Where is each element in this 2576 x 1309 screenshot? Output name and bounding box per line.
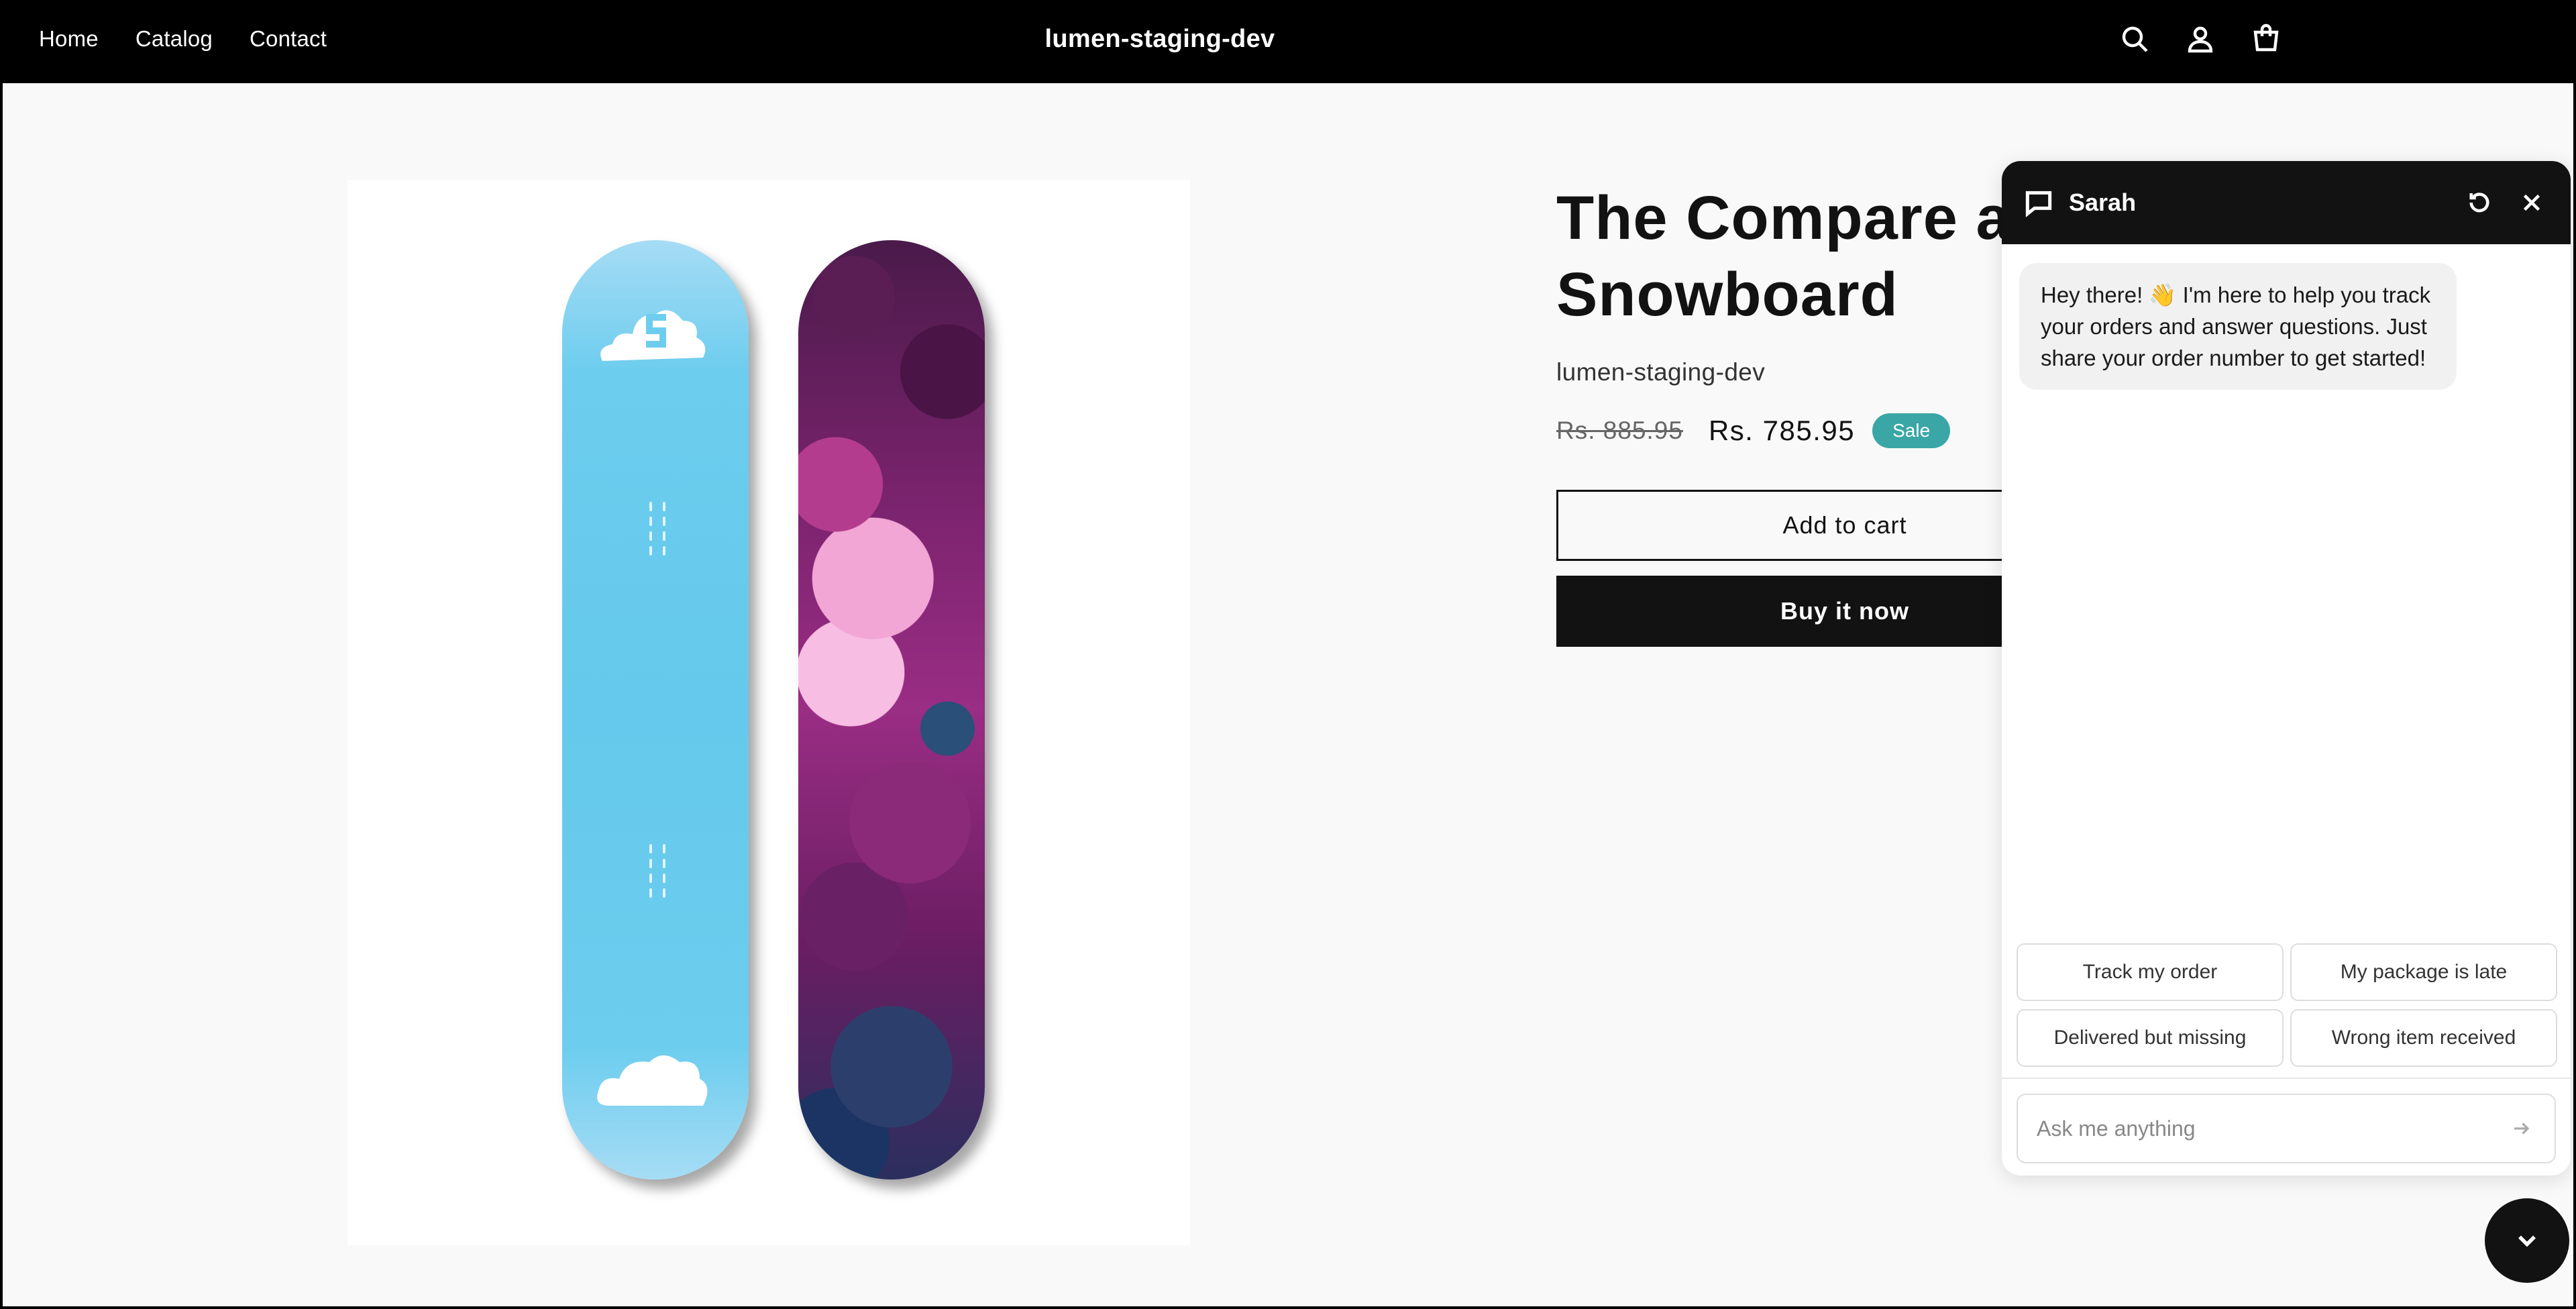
binding-holes-lower <box>636 844 676 911</box>
regular-price: Rs. 885.95 <box>1556 417 1683 444</box>
nav-contact[interactable]: Contact <box>250 26 327 52</box>
nav-catalog[interactable]: Catalog <box>136 26 213 52</box>
chat-message-input[interactable] <box>2037 1116 2501 1141</box>
app-window: Home Catalog Contact lumen-staging-dev T… <box>0 0 2576 1309</box>
chat-widget: Sarah Hey there! 👋 I'm here to help you … <box>2002 161 2571 1175</box>
binding-holes-upper <box>636 502 676 569</box>
site-header: Home Catalog Contact lumen-staging-dev <box>3 3 2573 83</box>
chat-bubble-icon <box>2022 186 2055 219</box>
product-title-line2: Snowboard <box>1556 260 1898 329</box>
snowboard-purple <box>798 240 985 1180</box>
chat-agent-name: Sarah <box>2069 189 2137 216</box>
refresh-icon[interactable] <box>2461 184 2498 221</box>
quick-reply-track-order[interactable]: Track my order <box>2017 943 2284 1001</box>
quick-reply-package-late[interactable]: My package is late <box>2290 943 2557 1001</box>
product-image[interactable] <box>347 180 1190 1245</box>
chevron-down-icon <box>2518 1235 2536 1247</box>
chat-header: Sarah <box>2002 161 2571 244</box>
snowboard-blue <box>562 240 749 1180</box>
quick-reply-wrong-item[interactable]: Wrong item received <box>2290 1009 2557 1067</box>
cloud-icon <box>597 1055 708 1106</box>
board-logo-icon <box>600 310 706 361</box>
search-icon[interactable] <box>2114 19 2155 59</box>
sale-price: Rs. 785.95 <box>1708 415 1856 446</box>
quick-reply-delivered-missing[interactable]: Delivered but missing <box>2017 1009 2284 1067</box>
cart-icon[interactable] <box>2246 19 2286 59</box>
sale-badge: Sale <box>1872 413 1951 448</box>
chat-launcher-button[interactable] <box>2485 1198 2569 1283</box>
chat-divider <box>2002 1078 2571 1079</box>
quick-replies: Track my order My package is late Delive… <box>2017 943 2557 1067</box>
close-icon[interactable] <box>2513 184 2551 221</box>
product-title-line1: The Compare a <box>1556 184 2011 252</box>
chat-input-box <box>2017 1094 2556 1163</box>
nav-home[interactable]: Home <box>39 26 99 52</box>
agent-message: Hey there! 👋 I'm here to help you track … <box>2019 263 2457 390</box>
main-nav: Home Catalog Contact <box>39 3 364 75</box>
header-icons <box>2114 19 2312 59</box>
account-icon[interactable] <box>2180 19 2220 59</box>
chat-header-actions <box>2446 184 2551 221</box>
send-arrow-icon[interactable] <box>2501 1108 2541 1149</box>
